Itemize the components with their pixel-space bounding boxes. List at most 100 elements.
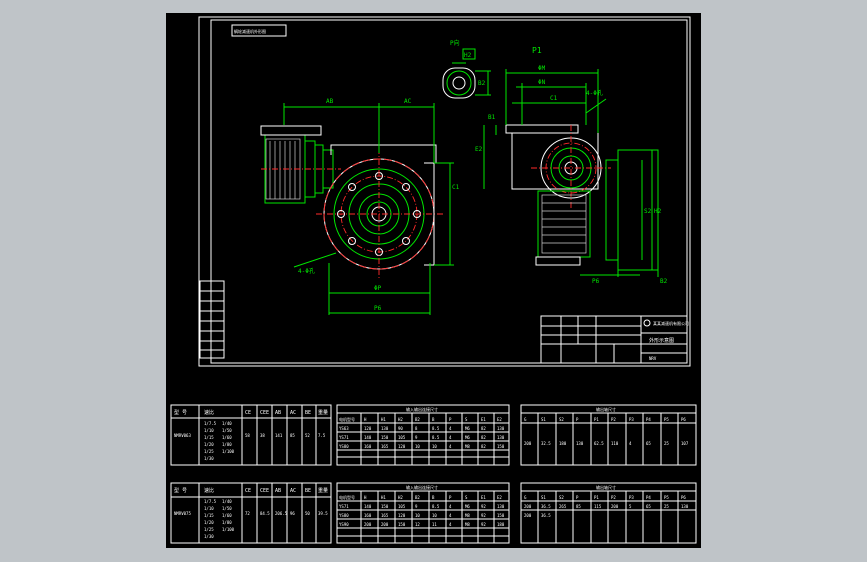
t6-header: G: [524, 495, 527, 500]
t3-cell: 25: [664, 441, 669, 446]
title-text: 外形示意图: [649, 337, 674, 344]
t5-cell: 120: [398, 513, 406, 518]
dim-p6: P6: [374, 305, 382, 312]
t4-value: 50: [305, 511, 310, 516]
t2-cell: 120: [364, 426, 372, 431]
t2-cell: 165: [381, 444, 389, 449]
dim-holes-left: 4-Φ孔: [298, 267, 315, 275]
t4-header: 速比: [204, 487, 214, 494]
t2-cell: YS71: [339, 435, 349, 440]
t4-value: 84.5: [260, 511, 270, 516]
t1-value: 85: [290, 433, 295, 438]
t1-header: AC: [290, 410, 296, 416]
t5-cell: 150: [398, 522, 406, 527]
t3-cell: 4: [629, 441, 632, 446]
t2-cell: 90: [398, 426, 403, 431]
t6-cell: 130: [681, 504, 689, 509]
t5-cell: 10: [415, 513, 420, 518]
t1-model: NMRV063: [174, 433, 191, 438]
t6-cell: 36.5: [541, 513, 551, 518]
dim-s2: S2: [644, 208, 652, 215]
dim-c1: C1: [452, 184, 460, 191]
t3-title: 输出轴尺寸: [596, 406, 616, 412]
t2-cell: 130: [381, 426, 389, 431]
t3-header: P1: [594, 417, 599, 422]
t1-value: 141: [275, 433, 283, 438]
t3-header: P3: [629, 417, 634, 422]
t5-cell: 9: [415, 504, 418, 509]
dim-e2: E2: [475, 146, 483, 153]
t5-cell: 92: [481, 522, 486, 527]
t4-value: 72: [245, 511, 250, 516]
t5-cell: 4: [449, 522, 452, 527]
t6-header: S1: [541, 495, 546, 500]
t5-title: 输入输出连接尺寸: [406, 484, 438, 490]
t3-header: P6: [681, 417, 686, 422]
outer-frame: [198, 16, 691, 367]
t5-cell: 4: [449, 513, 452, 518]
cad-sheet: 蜗轮减速机外形图 AB AC C1 ΦP P6 4-Φ孔 P向 H2 B2 P1…: [166, 13, 701, 548]
t2-cell: 8.5: [432, 426, 440, 431]
t3-header: P2: [611, 417, 616, 422]
t2-cell: 82: [481, 435, 486, 440]
header-block-text: 蜗轮减速机外形图: [234, 28, 266, 34]
t4-ratio: 1/15: [204, 513, 214, 518]
t1-value: 38: [260, 433, 265, 438]
title-code: NRV: [649, 356, 657, 361]
t2-header: H1: [381, 417, 386, 422]
t5-cell: 130: [497, 504, 505, 509]
t2-header: B2: [415, 417, 420, 422]
dim-b1: B1: [488, 114, 496, 121]
t2-header: H: [364, 417, 367, 422]
t3-header: S1: [541, 417, 546, 422]
t4-header: AC: [290, 488, 296, 494]
dim-h2-right: H2: [654, 208, 662, 215]
t1-ratio: 1/10: [204, 428, 214, 433]
dim-p6-right: P6: [592, 278, 600, 285]
t1-header: BE: [305, 410, 311, 416]
spec-table-3: [520, 404, 697, 466]
dim-phi-m: ΦM: [538, 65, 546, 72]
t6-header: P2: [611, 495, 616, 500]
t4-header: BE: [305, 488, 311, 494]
t5-header: H2: [398, 495, 403, 500]
t4-header: AB: [275, 488, 281, 494]
drawing-canvas: 蜗轮减速机外形图 AB AC C1 ΦP P6 4-Φ孔 P向 H2 B2 P1…: [170, 16, 697, 544]
t4-ratio: 1/25: [204, 527, 214, 532]
front-view: [260, 103, 454, 315]
t6-title: 输出轴尺寸: [596, 484, 616, 490]
t1-ratio: 1/30: [204, 456, 214, 461]
t6-cell: 265: [559, 504, 567, 509]
t1-ratio: 1/7.5: [204, 421, 217, 426]
t6-cell: 115: [594, 504, 602, 509]
t3-cell: 110: [611, 441, 619, 446]
t5-cell: M8: [465, 522, 470, 527]
t5-cell: M8: [465, 513, 470, 518]
t2-cell: 4: [449, 435, 452, 440]
t5-header: P: [449, 495, 452, 500]
t1-header: 速比: [204, 409, 214, 416]
dim-phi-p: ΦP: [374, 285, 382, 292]
t5-header: E2: [497, 495, 502, 500]
t2-header: B: [432, 417, 435, 422]
t1-value: 7.5: [318, 433, 326, 438]
t1-ratio2: 1/40: [222, 421, 232, 426]
title-company: 某某减速机有限公司: [653, 320, 689, 326]
side-view: [483, 69, 659, 277]
t2-cell: 105: [398, 435, 406, 440]
t5-header: 电机型号: [339, 494, 355, 500]
t6-cell: 36.5: [541, 504, 551, 509]
t5-cell: 165: [381, 513, 389, 518]
t2-cell: 8.5: [432, 435, 440, 440]
t5-cell: 10: [432, 513, 437, 518]
t1-ratio: 1/15: [204, 435, 214, 440]
t4-model: NMRV075: [174, 511, 191, 516]
t5-cell: 11: [432, 522, 437, 527]
t2-header: 电机型号: [339, 416, 355, 422]
t5-cell: 150: [381, 504, 389, 509]
t5-header: S: [465, 495, 468, 500]
t1-value: 58: [245, 433, 250, 438]
t4-ratio2: 1/80: [222, 520, 232, 525]
t2-cell: 150: [497, 444, 505, 449]
t1-header: 重量: [318, 409, 328, 416]
